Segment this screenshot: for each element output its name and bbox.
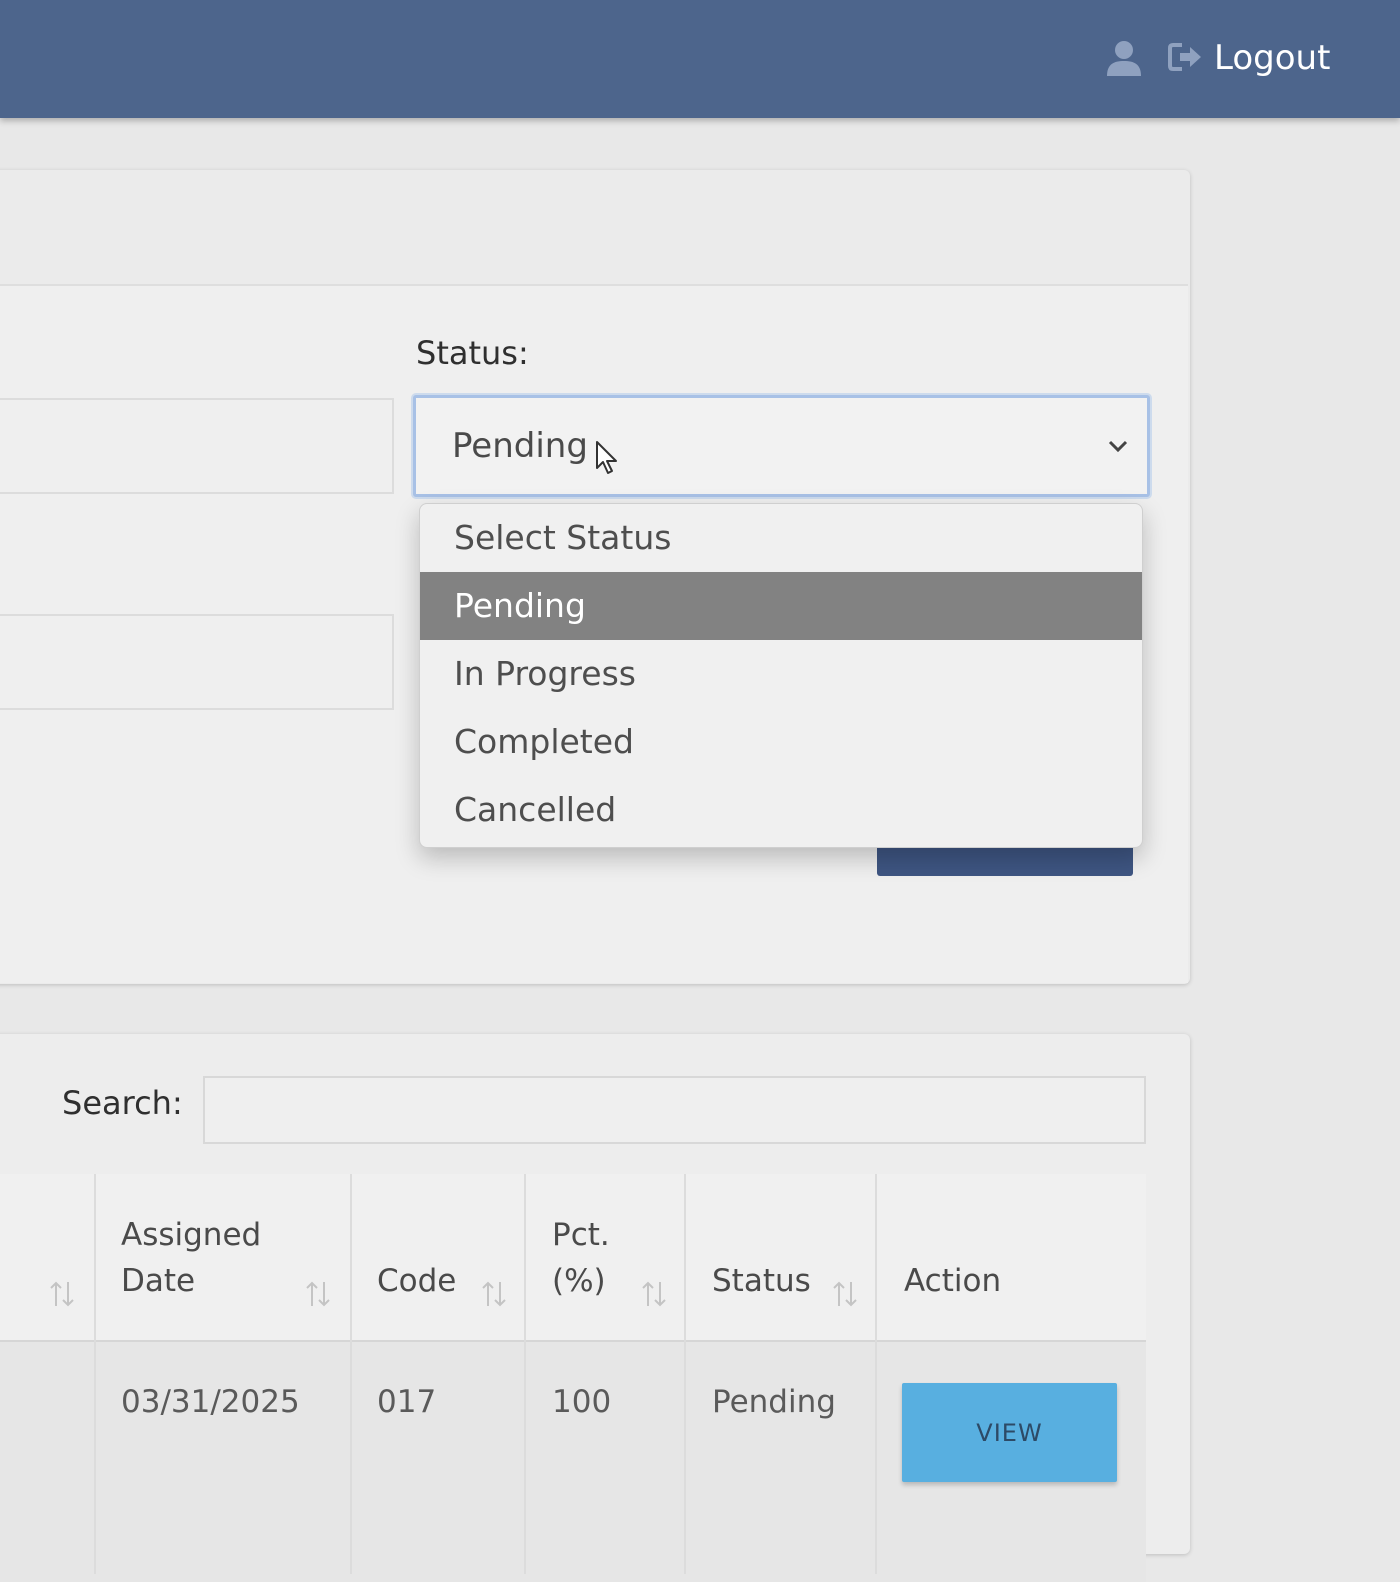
column-header-label: Pct. [552, 1217, 610, 1253]
sort-icon[interactable] [832, 1280, 858, 1308]
sort-icon[interactable] [481, 1280, 507, 1308]
status-select-value: Pending [452, 426, 588, 466]
top-navbar: Logout [0, 0, 1400, 118]
cell-code: 017 [377, 1384, 437, 1420]
status-option-select-status[interactable]: Select Status [420, 504, 1142, 572]
status-label: Status: [416, 334, 529, 372]
column-divider [875, 1174, 877, 1574]
column-header-label: Status [712, 1263, 811, 1299]
status-option-in-progress[interactable]: In Progress [420, 640, 1142, 708]
column-header-label: Date [121, 1263, 196, 1299]
card-header-divider [0, 284, 1188, 286]
column-divider [350, 1174, 352, 1574]
logout-icon[interactable] [1168, 42, 1204, 72]
chevron-down-icon [1108, 440, 1128, 453]
status-option-completed[interactable]: Completed [420, 708, 1142, 776]
column-header-label: (%) [552, 1263, 606, 1299]
search-input[interactable] [203, 1076, 1146, 1144]
search-label: Search: [62, 1084, 183, 1122]
view-button[interactable]: VIEW [902, 1383, 1117, 1482]
cell-pct: 100 [552, 1384, 612, 1420]
mouse-cursor-icon [596, 441, 617, 474]
status-option-cancelled[interactable]: Cancelled [420, 776, 1142, 844]
sort-icon[interactable] [49, 1280, 75, 1308]
status-dropdown-list: Select Status Pending In Progress Comple… [419, 503, 1143, 848]
cell-assigned-date: 03/31/2025 [121, 1384, 300, 1420]
column-header-action: Action [904, 1263, 1002, 1299]
filter-input-1[interactable] [0, 398, 394, 494]
results-table: Assigned Date Code Pct. (%) Status Actio… [0, 1174, 1146, 1582]
user-icon[interactable] [1104, 38, 1144, 78]
column-header-label: Code [377, 1263, 457, 1299]
column-divider [94, 1174, 96, 1574]
cell-status: Pending [712, 1384, 836, 1420]
column-divider [684, 1174, 686, 1574]
column-header-label: Assigned [121, 1217, 262, 1253]
filter-input-2[interactable] [0, 614, 394, 710]
status-option-pending[interactable]: Pending [420, 572, 1142, 640]
sort-icon[interactable] [305, 1280, 331, 1308]
sort-icon[interactable] [641, 1280, 667, 1308]
logout-link[interactable]: Logout [1214, 38, 1330, 78]
status-select[interactable]: Pending [413, 395, 1150, 497]
column-divider [524, 1174, 526, 1574]
